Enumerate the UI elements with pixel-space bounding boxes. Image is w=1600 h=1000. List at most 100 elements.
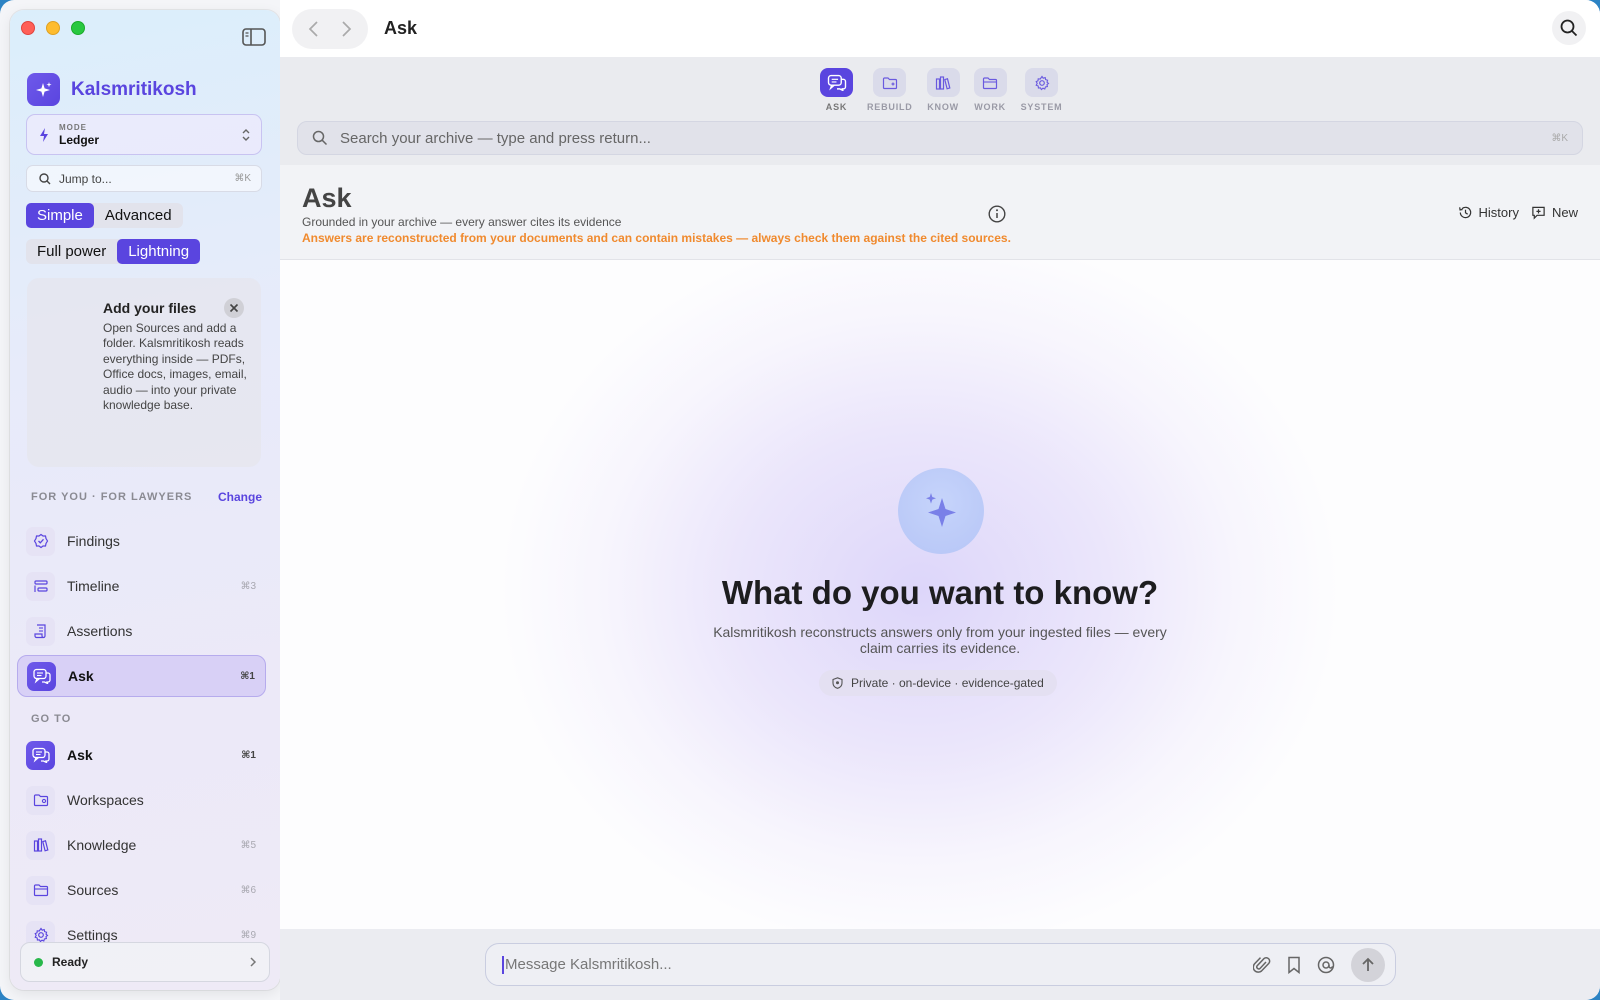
search-icon: [39, 172, 51, 184]
text-caret: [502, 955, 504, 974]
accuracy-warning: Answers are reconstructed from your docu…: [302, 231, 1011, 245]
empty-state-subtitle: Kalsmritikosh reconstructs answers only …: [713, 624, 1167, 656]
go-to-heading: GO TO: [31, 713, 72, 725]
privacy-badge-label: Private · on-device · evidence-gated: [851, 676, 1044, 690]
navigation-pill: [292, 9, 368, 49]
tip-body: Open Sources and add a folder. Kalsmriti…: [103, 321, 247, 413]
nav-label: Timeline: [67, 578, 120, 594]
mode-selector[interactable]: MODE Ledger: [26, 114, 262, 155]
nav-label: Settings: [67, 927, 118, 943]
tab-work[interactable]: WORK: [973, 68, 1007, 112]
sidebar-toggle-icon[interactable]: [242, 28, 266, 46]
nav-label: Ask: [68, 668, 94, 684]
chevron-up-down-icon: [242, 129, 250, 141]
send-button[interactable]: [1351, 948, 1385, 982]
nav-item-sources[interactable]: Sources ⌘6: [17, 869, 266, 911]
window-controls: [21, 21, 85, 35]
folder-plus-icon: [873, 68, 907, 97]
segment-full-power[interactable]: Full power: [26, 239, 117, 264]
nav-item-ask[interactable]: Ask ⌘1: [17, 734, 266, 776]
power-segmented-control: Full power Lightning: [26, 239, 201, 264]
change-link[interactable]: Change: [218, 490, 262, 504]
status-bar[interactable]: Ready: [20, 942, 270, 982]
complexity-segmented-control: Simple Advanced: [26, 203, 183, 228]
tab-label: WORK: [974, 102, 1006, 112]
nav-label: Knowledge: [67, 837, 137, 853]
folder-icon: [26, 875, 55, 905]
search-icon[interactable]: [1552, 11, 1586, 45]
arrow-up-icon: [1362, 957, 1374, 971]
tab-ask[interactable]: ASK: [820, 68, 853, 112]
chevron-right-icon: [250, 957, 257, 967]
nav-label: Sources: [67, 882, 119, 898]
nav-shortcut: ⌘6: [240, 884, 256, 896]
zoom-window-button[interactable]: [71, 21, 85, 35]
segment-lightning[interactable]: Lightning: [117, 239, 201, 264]
tab-rebuild[interactable]: REBUILD: [867, 68, 913, 112]
segment-simple[interactable]: Simple: [26, 203, 94, 228]
books-icon: [26, 830, 55, 860]
chat-bubbles-icon: [26, 740, 55, 770]
paperclip-icon[interactable]: [1253, 955, 1271, 975]
status-label: Ready: [52, 955, 89, 969]
books-icon: [926, 68, 960, 97]
nav-item-findings[interactable]: Findings: [17, 520, 266, 562]
tab-know[interactable]: KNOW: [926, 68, 960, 112]
nav-label: Findings: [67, 533, 120, 549]
search-icon: [312, 130, 328, 146]
back-arrow-icon[interactable]: [307, 20, 321, 38]
mention-icon[interactable]: [1317, 956, 1335, 974]
tab-label: REBUILD: [867, 102, 913, 112]
nav-item-knowledge[interactable]: Knowledge ⌘5: [17, 824, 266, 866]
nav-item-ask-active[interactable]: Ask ⌘1: [17, 655, 266, 697]
forward-arrow-icon[interactable]: [339, 20, 353, 38]
nav-item-assertions[interactable]: Assertions: [17, 610, 266, 652]
message-input[interactable]: [505, 956, 1205, 973]
jump-to-input[interactable]: Jump to... ⌘K: [26, 165, 262, 192]
minimize-window-button[interactable]: [46, 21, 60, 35]
close-window-button[interactable]: [21, 21, 35, 35]
nav-shortcut: ⌘1: [240, 670, 255, 682]
close-icon[interactable]: [224, 298, 244, 318]
brand-name: Kalsmritikosh: [71, 78, 197, 100]
jump-placeholder: Jump to...: [59, 171, 112, 186]
bookmark-icon[interactable]: [1287, 956, 1301, 974]
message-composer: [485, 943, 1396, 986]
section-tabs: ASK REBUILD KNOW WORK SYSTEM: [820, 68, 1062, 112]
status-indicator: [34, 957, 43, 967]
archive-search-shortcut: ⌘K: [1551, 132, 1568, 144]
folder-icon: [973, 68, 1007, 97]
info-icon[interactable]: [988, 205, 1006, 223]
composer-tools: [1253, 948, 1385, 982]
brand: Kalsmritikosh: [27, 73, 197, 106]
empty-state-title: What do you want to know?: [721, 574, 1159, 611]
ask-header: Ask Grounded in your archive — every ans…: [280, 165, 1600, 260]
nav-item-workspaces[interactable]: Workspaces: [17, 779, 266, 821]
page-subtitle: Grounded in your archive — every answer …: [302, 215, 622, 229]
findings-badge-icon: [26, 526, 55, 556]
jump-shortcut: ⌘K: [234, 173, 251, 184]
nav-shortcut: ⌘9: [240, 929, 256, 941]
archive-search-input[interactable]: Search your archive — type and press ret…: [297, 121, 1583, 155]
chat-bubbles-icon: [820, 68, 853, 97]
shield-icon: [832, 677, 843, 689]
nav-shortcut: ⌘5: [240, 839, 256, 851]
segment-advanced[interactable]: Advanced: [94, 203, 183, 228]
for-you-heading: FOR YOU · FOR LAWYERS: [31, 491, 193, 503]
add-files-tip-card: Add your files Open Sources and add a fo…: [27, 278, 261, 467]
tab-label: KNOW: [927, 102, 959, 112]
mode-value: Ledger: [59, 132, 100, 147]
nav-shortcut: ⌘1: [241, 749, 256, 761]
mode-label: MODE: [59, 122, 87, 132]
new-chat-button[interactable]: New: [1531, 205, 1578, 220]
archive-search-placeholder: Search your archive — type and press ret…: [340, 129, 651, 147]
history-button[interactable]: History: [1458, 205, 1519, 220]
history-label: History: [1478, 205, 1519, 220]
nav-item-timeline[interactable]: Timeline ⌘3: [17, 565, 266, 607]
tab-system[interactable]: SYSTEM: [1021, 68, 1063, 112]
chat-bubbles-icon: [27, 661, 56, 691]
tip-title: Add your files: [103, 300, 197, 316]
scroll-icon: [26, 616, 55, 646]
page-title: Ask: [302, 183, 352, 213]
folder-gear-icon: [26, 785, 55, 815]
